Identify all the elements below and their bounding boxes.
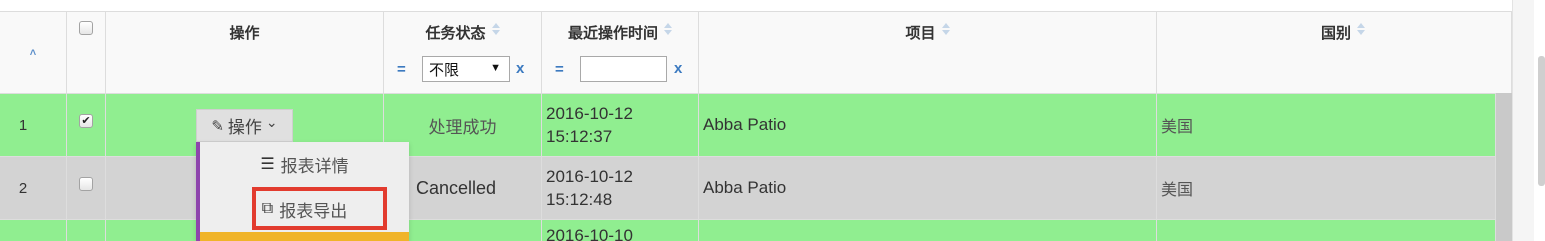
dropdown-arrow-icon: ▼: [490, 62, 501, 74]
table-row-index: 1: [0, 94, 67, 157]
table-row-project: [699, 220, 1157, 241]
header-collapse-cell[interactable]: ˄: [0, 12, 67, 94]
status-filter-value: 不限: [429, 61, 460, 79]
menu-item-partial[interactable]: [200, 232, 409, 241]
status-text: Cancelled: [416, 177, 497, 198]
sort-icon[interactable]: [941, 22, 950, 36]
table-row-index: [0, 220, 67, 241]
chevron-up-icon[interactable]: ˄: [30, 47, 36, 59]
status-filter-select[interactable]: 不限 ▼: [422, 56, 510, 82]
header-project[interactable]: 项目: [699, 12, 1157, 94]
header-project-label[interactable]: 项目: [905, 22, 935, 43]
list-icon: ☰: [260, 156, 275, 173]
select-all-checkbox[interactable]: [79, 21, 93, 35]
status-text: 处理成功: [428, 117, 497, 137]
time-filter-eq: =: [555, 61, 564, 78]
operation-button-label: 操作: [227, 118, 262, 137]
table-row-country: [1157, 220, 1496, 241]
sort-icon[interactable]: [664, 22, 672, 36]
table-top-strip: [0, 0, 1512, 12]
project-text: Abba Patio: [703, 115, 787, 134]
row-checkbox[interactable]: ✔: [79, 114, 93, 128]
table-row-time: 2016-10-10: [542, 220, 699, 241]
edit-icon: ✎: [211, 117, 224, 135]
header-country-label[interactable]: 国别: [1321, 22, 1351, 43]
row-checkbox[interactable]: [79, 177, 93, 191]
row-number: 2: [18, 179, 28, 197]
table-row-time: 2016-10-12 15:12:48: [542, 157, 699, 220]
table-row-project: Abba Patio: [699, 94, 1157, 157]
highlight-box: [252, 187, 387, 230]
menu-item-report-details[interactable]: ☰ 报表详情: [200, 142, 409, 186]
status-filter-eq: =: [397, 61, 406, 78]
page-scrollbar-thumb[interactable]: [1538, 56, 1545, 186]
project-text: Abba Patio: [703, 178, 787, 197]
time-date: 2016-10-12: [546, 167, 633, 186]
time-date: 2016-10-10: [546, 226, 633, 241]
country-text: 美国: [1161, 119, 1194, 136]
operation-dropdown-menu: ☰ 报表详情 ⧉ 报表导出: [196, 142, 409, 241]
table-row-index: 2: [0, 157, 67, 220]
time-date: 2016-10-12: [546, 104, 633, 123]
header-country[interactable]: 国别: [1157, 12, 1512, 94]
table-row-country: 美国: [1157, 157, 1496, 220]
header-time-label[interactable]: 最近操作时间: [568, 22, 658, 43]
header-operation-label: 操作: [229, 25, 260, 42]
table-scrollbar-thumb[interactable]: [1496, 93, 1512, 241]
table-row-checkbox-cell[interactable]: ✔: [67, 94, 106, 157]
operation-dropdown-button[interactable]: ✎ 操作 ⌄: [196, 109, 293, 142]
header-select-all-cell[interactable]: [67, 12, 106, 94]
table-row-time: 2016-10-12 15:12:37: [542, 94, 699, 157]
table-row-project: Abba Patio: [699, 157, 1157, 220]
country-text: 美国: [1161, 182, 1194, 199]
time-filter-clear[interactable]: x: [674, 60, 682, 77]
time-filter-input[interactable]: [580, 56, 667, 82]
table-row-checkbox-cell[interactable]: [67, 157, 106, 220]
time-clock: 15:12:37: [546, 127, 613, 146]
table-row-checkbox-cell[interactable]: [67, 220, 106, 241]
chevron-down-icon: ⌄: [265, 114, 278, 130]
header-operation: 操作: [106, 12, 384, 94]
sort-icon[interactable]: [491, 22, 500, 36]
sort-icon[interactable]: [1357, 22, 1365, 36]
row-number: 1: [18, 116, 28, 134]
status-filter-clear[interactable]: x: [516, 60, 524, 77]
table-scrollbar-track[interactable]: [1512, 0, 1534, 241]
table-row-country: 美国: [1157, 94, 1496, 157]
header-status-label[interactable]: 任务状态: [425, 22, 485, 43]
time-clock: 15:12:48: [546, 190, 613, 209]
menu-item-label: 报表详情: [280, 156, 349, 176]
